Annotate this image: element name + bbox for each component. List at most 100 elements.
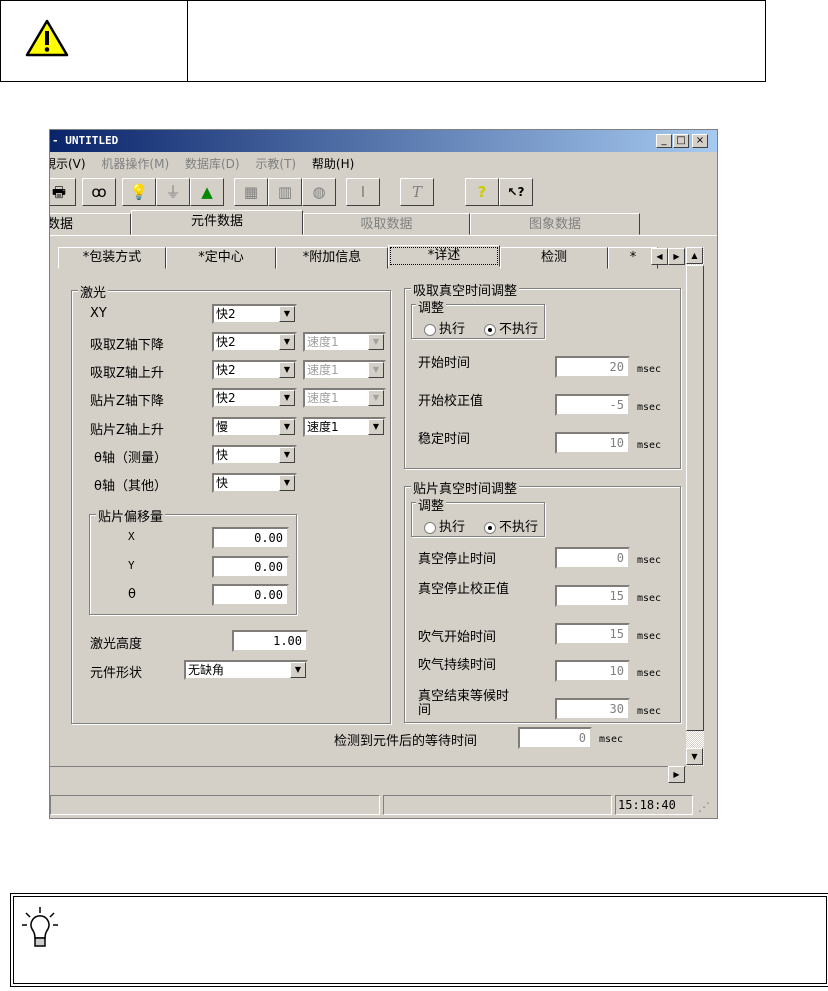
- place-row-label: 吹气开始时间: [418, 630, 497, 645]
- laser-row-label: θ轴（其他）: [94, 479, 167, 494]
- binoculars-icon[interactable]: ꝏ: [82, 178, 116, 206]
- menu-machine[interactable]: 机器操作(M): [101, 157, 169, 171]
- scroll-down-icon[interactable]: ▼: [686, 748, 703, 765]
- laser-row-label: θ轴（测量）: [94, 451, 167, 466]
- app-window: - UNTITLED _ □ × 視示(V) 机器操作(M) 数据库(D) 示教…: [49, 129, 718, 819]
- status-time: 15:18:40: [615, 795, 693, 815]
- place-radio-exec[interactable]: 执行: [424, 516, 465, 535]
- place-time-input[interactable]: 30: [555, 698, 630, 720]
- pick-time-input[interactable]: 10: [555, 432, 630, 454]
- wait-input[interactable]: 0: [518, 727, 592, 749]
- maximize-button[interactable]: □: [673, 134, 689, 148]
- bulb-icon[interactable]: 💡: [122, 178, 156, 206]
- tab-scroll-left-icon[interactable]: ◀: [651, 248, 668, 265]
- laser-row-label: 吸取Z轴下降: [90, 338, 164, 353]
- pick-radio-exec[interactable]: 执行: [424, 318, 465, 337]
- laser-row-label: XY: [90, 306, 107, 321]
- pick-radio-noexec[interactable]: 不执行: [484, 318, 538, 337]
- menu-view[interactable]: 視示(V): [50, 157, 86, 171]
- tab-component-data[interactable]: 元件数据: [131, 210, 303, 235]
- status-pane-1: [50, 795, 380, 815]
- place-radio-noexec[interactable]: 不执行: [484, 516, 538, 535]
- minimize-button[interactable]: _: [656, 134, 672, 148]
- offset-theta-input[interactable]: 0.00: [212, 584, 289, 606]
- subtab-extra-info[interactable]: *附加信息: [276, 247, 388, 269]
- speed2-select[interactable]: 速度1 ▼: [303, 360, 386, 380]
- subtab-inspection[interactable]: 检测: [500, 247, 608, 269]
- menu-teach[interactable]: 示教(T): [255, 157, 296, 171]
- pick-row-label: 开始校正值: [418, 394, 484, 409]
- place-row-label: 吹气持续时间: [418, 658, 497, 673]
- speed2-select[interactable]: 速度1 ▼: [303, 417, 386, 437]
- lightbulb-icon: [22, 907, 58, 947]
- tab-pick-data[interactable]: 吸取数据: [303, 213, 470, 235]
- place-time-input[interactable]: 0: [555, 547, 630, 569]
- stamp-icon[interactable]: Ⅰ: [346, 178, 380, 206]
- laser-group-title: 激光: [78, 282, 109, 301]
- speed2-select[interactable]: 速度1 ▼: [303, 388, 386, 408]
- nozzle-icon[interactable]: ⏚: [156, 178, 190, 206]
- speed-select[interactable]: 快 ▼: [212, 473, 297, 493]
- tip-box: [10, 893, 828, 987]
- offset-x-input[interactable]: 0.00: [212, 527, 289, 549]
- scroll-thumb[interactable]: [686, 265, 704, 731]
- tab-scroll-right-icon[interactable]: ▶: [668, 248, 685, 265]
- close-button[interactable]: ×: [692, 134, 708, 148]
- offset-y-input[interactable]: 0.00: [212, 556, 289, 578]
- menu-bar: 視示(V) 机器操作(M) 数据库(D) 示教(T) 帮助(H): [50, 154, 366, 174]
- speed-select[interactable]: 慢 ▼: [212, 417, 297, 437]
- laser-row-label: 贴片Z轴下降: [90, 394, 164, 409]
- menu-database[interactable]: 数据库(D): [185, 157, 240, 171]
- place-row-label: 真空停止校正值: [418, 582, 510, 597]
- offset-x-label: X: [128, 530, 135, 543]
- offset-group-title: 贴片偏移量: [96, 506, 166, 525]
- speed-select[interactable]: 快2 ▼: [212, 360, 297, 380]
- laser-height-input[interactable]: 1.00: [232, 630, 308, 652]
- laser-row-label: 吸取Z轴上升: [90, 366, 164, 381]
- speed-select[interactable]: 快2 ▼: [212, 332, 297, 352]
- title-bar: - UNTITLED: [50, 130, 717, 152]
- place-time-input[interactable]: 15: [555, 585, 630, 607]
- shapes-icon[interactable]: ▲: [190, 178, 224, 206]
- place-row-label: 真空结束等候时间: [418, 689, 510, 718]
- place-row-label: 真空停止时间: [418, 552, 497, 567]
- text-icon[interactable]: T: [400, 178, 434, 206]
- menu-help[interactable]: 帮助(H): [312, 157, 354, 171]
- speed-select[interactable]: 快2 ▼: [212, 388, 297, 408]
- print-icon[interactable]: 🖶: [50, 178, 76, 206]
- subtab-centering[interactable]: *定中心: [166, 247, 276, 269]
- warning-box: [0, 0, 766, 82]
- laser-height-label: 激光高度: [90, 637, 143, 652]
- speed2-select[interactable]: 速度1 ▼: [303, 332, 386, 352]
- pick-row-label: 稳定时间: [418, 432, 471, 447]
- pick-time-input[interactable]: 20: [555, 356, 630, 378]
- speed-select[interactable]: 快 ▼: [212, 445, 297, 465]
- tab-data[interactable]: 数据: [50, 213, 131, 235]
- wait-label: 检测到元件后的等待时间: [334, 734, 478, 749]
- laser-row-label: 贴片Z轴上升: [90, 423, 164, 438]
- context-help-icon[interactable]: ↖?: [499, 178, 533, 206]
- resize-grip-icon[interactable]: ⋰: [698, 800, 710, 814]
- offset-y-label: Y: [128, 559, 135, 572]
- window-title: - UNTITLED: [52, 134, 119, 147]
- pick-time-input[interactable]: -5: [555, 394, 630, 416]
- subtab-packaging[interactable]: *包装方式: [58, 247, 166, 269]
- offset-theta-label: θ: [128, 587, 136, 602]
- horizontal-scrollbar[interactable]: [50, 766, 686, 784]
- pick-row-label: 开始时间: [418, 356, 471, 371]
- shape-select[interactable]: 无缺角 ▼: [184, 660, 308, 680]
- place-time-input[interactable]: 10: [555, 660, 630, 682]
- subtab-details[interactable]: *详述: [388, 245, 500, 267]
- package-icon[interactable]: ◍: [302, 178, 336, 206]
- warning-icon: [25, 19, 69, 57]
- place-time-input[interactable]: 15: [555, 623, 630, 645]
- scroll-up-icon[interactable]: ▲: [686, 247, 703, 264]
- help-icon[interactable]: ?: [465, 178, 499, 206]
- grid-icon[interactable]: ▦: [234, 178, 268, 206]
- scroll-right-icon[interactable]: ▶: [668, 766, 685, 783]
- shape-label: 元件形状: [90, 666, 143, 681]
- status-pane-2: [383, 795, 612, 815]
- tab-image-data[interactable]: 图象数据: [470, 213, 640, 235]
- speed-select[interactable]: 快2 ▼: [212, 304, 297, 324]
- chip-icon[interactable]: ▥: [268, 178, 302, 206]
